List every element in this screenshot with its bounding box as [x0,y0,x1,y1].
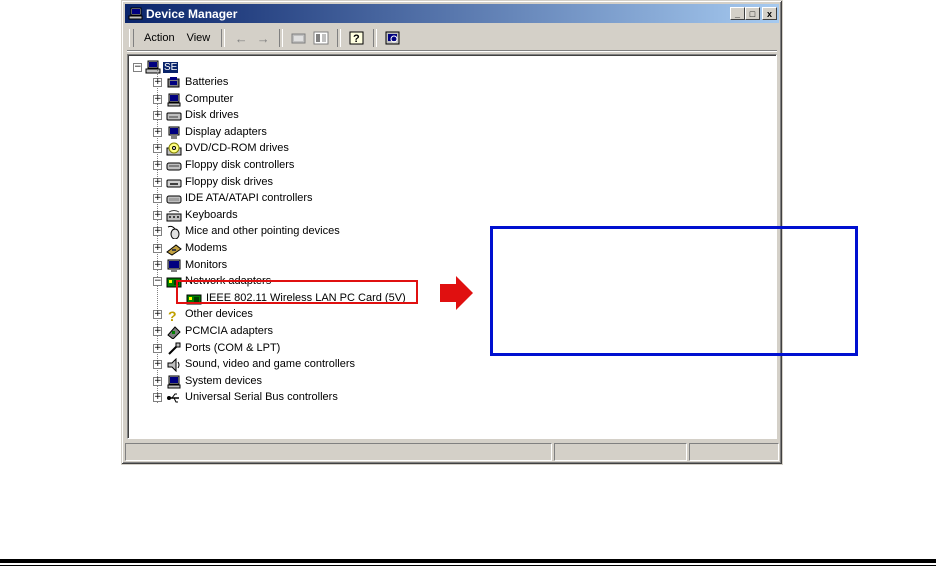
expand-icon[interactable]: + [153,78,162,87]
toolbar-separator [221,29,226,47]
tree-item-label: Sound, video and game controllers [185,358,355,371]
tree-item-label: Keyboards [185,208,238,221]
expand-icon[interactable]: + [153,161,162,170]
tree-item-label: System devices [185,374,263,387]
expand-icon[interactable]: + [153,244,162,253]
tree-item-label: Monitors [185,258,228,271]
tree-item-label: Disk drives [185,109,239,122]
page-rule-thin [0,565,936,566]
callout-box [490,226,858,356]
tree-item-label: Computer [185,92,234,105]
expand-icon[interactable]: + [153,343,162,353]
battery-icon [166,76,182,90]
svg-text:?: ? [353,33,360,45]
maximize-button[interactable]: □ [745,7,760,20]
highlight-box [176,280,418,304]
expand-icon[interactable]: + [153,111,162,121]
up-folder-icon[interactable] [288,29,310,47]
forward-arrow-icon[interactable]: → [252,29,274,47]
status-bar [125,443,779,461]
toolbar: Action View ← → ? [127,26,777,51]
tree-item-label: Universal Serial Bus controllers [185,391,338,404]
display-adapter-icon [166,126,182,140]
tree-item-label: Floppy disk drives [185,175,274,188]
status-panel [689,443,779,461]
disk-drive-icon [166,109,182,123]
title-bar[interactable]: Device Manager _ □ x [125,4,779,23]
computer-icon [166,93,182,107]
status-panel [554,443,687,461]
properties-icon[interactable] [310,29,332,47]
expand-icon[interactable]: + [153,376,162,386]
tree-item-label: Ports (COM & LPT) [185,341,281,354]
device-manager-icon [128,7,143,20]
expand-icon[interactable]: + [153,327,162,336]
tree-item-label: PCMCIA adapters [185,325,274,337]
window-title: Device Manager [146,6,238,21]
red-arrow-icon [440,276,474,313]
pcmcia-icon [166,325,182,340]
help-icon[interactable]: ? [346,29,368,47]
usb-icon [166,391,182,405]
monitor-icon [166,259,182,273]
toolbar-grip[interactable] [129,29,134,47]
toolbar-separator [373,29,378,47]
tree-root[interactable]: − SE [133,59,179,75]
back-arrow-icon[interactable]: ← [230,29,252,47]
menu-action[interactable]: Action [138,32,181,44]
controller-icon [166,159,182,173]
expand-icon[interactable]: + [153,210,162,220]
expand-icon[interactable]: + [153,177,162,187]
unknown-device-icon: ? [166,308,182,324]
expand-icon[interactable]: + [153,127,162,137]
port-icon [166,342,182,356]
tree-item-label: Other devices [185,308,253,321]
page-rule [0,559,936,563]
close-button[interactable]: x [762,7,777,20]
tree-item-label: Display adapters [185,125,267,138]
floppy-drive-icon [166,176,182,190]
dvd-drive-icon [166,142,182,156]
expand-icon[interactable]: + [153,393,162,403]
tree-item-label: IDE ATA/ATAPI controllers [185,192,313,205]
tree-item-label: Mice and other pointing devices [185,225,340,238]
keyboard-icon [166,209,182,223]
toolbar-separator [337,29,342,47]
collapse-icon[interactable]: − [153,277,162,287]
root-computer-label: SE [163,61,179,73]
menu-view[interactable]: View [181,32,217,44]
system-device-icon [166,375,182,389]
tree-item-label: Floppy disk controllers [185,159,295,171]
svg-text:?: ? [168,308,177,322]
ide-controller-icon [166,192,182,206]
expand-icon[interactable]: + [153,194,162,204]
expand-icon[interactable]: + [153,94,162,104]
expand-icon[interactable]: + [153,360,162,370]
expand-icon[interactable]: + [153,260,162,270]
expand-icon[interactable]: + [153,144,162,154]
modem-icon [166,242,182,256]
scan-hardware-icon[interactable] [382,29,404,47]
tree-item-label: Modems [185,242,228,254]
tree-item-label: DVD/CD-ROM drives [185,142,289,155]
mouse-icon [166,225,182,240]
toolbar-separator [279,29,284,47]
expand-icon[interactable]: + [153,227,162,237]
sound-icon [166,357,182,373]
tree-item-label: Batteries [185,76,229,88]
status-panel [125,443,552,461]
expand-icon[interactable]: + [153,310,162,320]
minimize-button[interactable]: _ [730,7,745,20]
computer-icon [145,60,161,74]
collapse-icon[interactable]: − [133,62,142,72]
